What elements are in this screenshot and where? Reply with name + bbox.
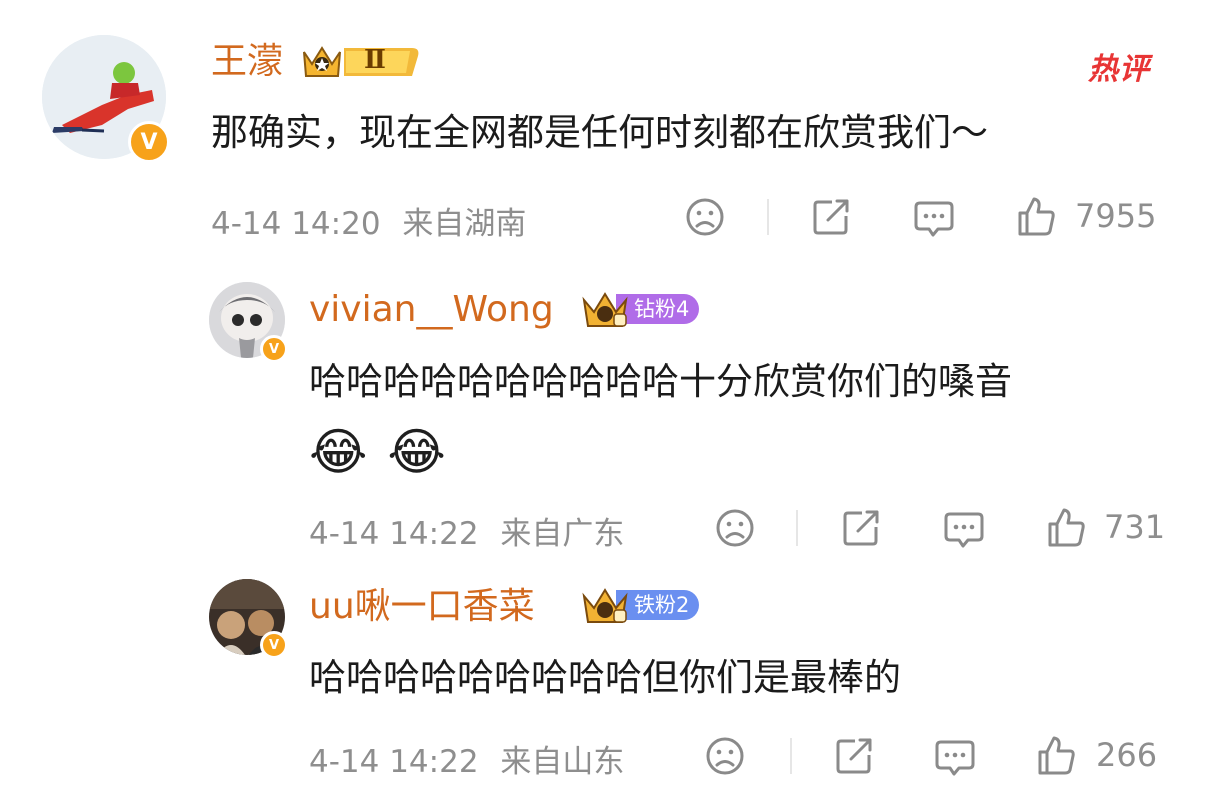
comment-text: 哈哈哈哈哈哈哈哈哈哈十分欣赏你们的嗓音 (309, 360, 1012, 403)
laughing-emoji: 😂 (309, 423, 368, 481)
thumbs-up-icon[interactable] (1044, 506, 1088, 550)
comment-text: 那确实，现在全网都是任何时刻都在欣赏我们～ (211, 111, 988, 154)
timestamp: 4-14 14:22 (309, 516, 479, 552)
like-count: 731 (1104, 508, 1166, 546)
thumbs-up-icon[interactable] (1034, 734, 1078, 778)
divider (790, 738, 792, 774)
comment-icon[interactable] (912, 196, 956, 240)
fan-badge: 铁粉2 (580, 588, 700, 623)
fan-crown-icon (582, 588, 628, 623)
comment-icon[interactable] (933, 735, 977, 779)
like-count: 266 (1096, 736, 1158, 774)
share-icon[interactable] (840, 507, 882, 549)
laughing-emoji: 😂 (387, 423, 446, 481)
comment-icon[interactable] (942, 507, 986, 551)
divider (796, 510, 798, 546)
comment-text: 哈哈哈哈哈哈哈哈哈但你们是最棒的 (309, 656, 901, 699)
sad-face-icon[interactable] (704, 735, 746, 777)
verified-v-icon: V (260, 631, 288, 659)
emoji-row: 😂 😂 (309, 420, 446, 484)
username[interactable]: vivian__Wong (309, 288, 554, 332)
hot-comment-badge: 热评 (1088, 52, 1150, 87)
share-icon[interactable] (810, 196, 852, 238)
location: 来自广东 (500, 516, 625, 552)
location: 来自山东 (500, 744, 625, 780)
share-icon[interactable] (833, 735, 875, 777)
comment-1: V 王濛 Ⅱ 热评 那确实，现在全网都是任何时刻都在欣赏我们～ 4-14 14:… (0, 0, 1206, 260)
timestamp: 4-14 14:20 (211, 206, 381, 242)
verified-v-icon: V (260, 335, 288, 363)
sad-face-icon[interactable] (714, 507, 756, 549)
sad-face-icon[interactable] (684, 196, 726, 238)
fan-crown-icon (582, 292, 628, 327)
comment-meta: 4-14 14:20 来自湖南 (211, 198, 526, 243)
verified-v-icon: V (128, 121, 170, 163)
comment-3: V uu啾一口香菜 铁粉2 哈哈哈哈哈哈哈哈哈但你们是最棒的 4-14 14:2… (0, 560, 1206, 806)
fan-badge: 钻粉4 (580, 292, 700, 327)
level-crown-badge: Ⅱ (300, 42, 422, 82)
divider (767, 199, 769, 235)
comment-meta: 4-14 14:22 来自山东 (309, 736, 624, 781)
username[interactable]: 王濛 (211, 40, 283, 84)
thumbs-up-icon[interactable] (1014, 195, 1058, 239)
comment-meta: 4-14 14:22 来自广东 (309, 508, 624, 553)
timestamp: 4-14 14:22 (309, 744, 479, 780)
location: 来自湖南 (402, 206, 527, 242)
level-label: Ⅱ (364, 45, 386, 75)
comment-2: V vivian__Wong 钻粉4 哈哈哈哈哈哈哈哈哈哈十分欣赏你们的嗓音 😂… (0, 260, 1206, 560)
like-count: 7955 (1075, 197, 1157, 235)
username[interactable]: uu啾一口香菜 (309, 585, 535, 629)
